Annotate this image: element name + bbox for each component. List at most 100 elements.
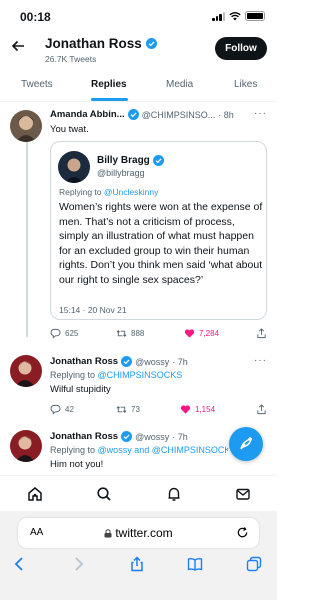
status-bar: 00:18 bbox=[0, 0, 277, 30]
bottom-navigation bbox=[0, 475, 277, 511]
tab-tweets[interactable]: Tweets bbox=[21, 79, 53, 90]
url-display[interactable]: twitter.com bbox=[18, 526, 259, 540]
battery-icon bbox=[245, 11, 265, 21]
reply-button[interactable]: 42 bbox=[50, 404, 74, 415]
reply-count: 42 bbox=[65, 405, 74, 414]
retweet-icon bbox=[116, 330, 127, 337]
address-bar[interactable]: AA twitter.com bbox=[18, 518, 259, 548]
more-options-icon[interactable]: ··· bbox=[254, 355, 267, 366]
notifications-bell-icon[interactable] bbox=[166, 486, 182, 502]
quoted-author-handle: @billybragg bbox=[97, 168, 145, 178]
active-tab-indicator bbox=[91, 98, 128, 101]
compose-feather-icon bbox=[240, 437, 252, 450]
author-name[interactable]: Amanda Abbin... bbox=[50, 109, 125, 120]
author-handle[interactable]: @wossy bbox=[135, 432, 169, 442]
verified-badge-icon bbox=[121, 356, 133, 367]
tweet-header: Jonathan Ross @wossy · 7h bbox=[50, 356, 262, 367]
retweet-count: 888 bbox=[131, 329, 145, 338]
home-icon[interactable] bbox=[27, 486, 43, 502]
quoted-replying-to: Replying to @Uncleskinny bbox=[59, 187, 158, 197]
retweet-icon bbox=[116, 406, 127, 413]
tab-likes[interactable]: Likes bbox=[234, 79, 257, 90]
back-icon[interactable] bbox=[12, 556, 28, 572]
follow-button[interactable]: Follow bbox=[215, 37, 267, 60]
tweet-text: Him not you! bbox=[50, 459, 104, 470]
author-handle[interactable]: @CHIMPSINSO... bbox=[142, 110, 216, 120]
share-icon[interactable] bbox=[129, 556, 145, 572]
like-count: 1,154 bbox=[195, 405, 216, 414]
more-options-icon[interactable]: ··· bbox=[254, 108, 267, 119]
reply-icon bbox=[50, 404, 61, 415]
quoted-avatar bbox=[58, 151, 90, 183]
reply-button[interactable]: 625 bbox=[50, 328, 78, 339]
verified-badge-icon bbox=[121, 431, 133, 442]
lock-icon bbox=[104, 528, 112, 537]
like-button[interactable]: 7,284 bbox=[184, 328, 219, 339]
tweet-count: 26.7K Tweets bbox=[45, 54, 97, 64]
forward-icon[interactable] bbox=[70, 556, 86, 572]
profile-name-text: Jonathan Ross bbox=[45, 36, 142, 51]
share-icon bbox=[257, 328, 266, 339]
tweet-header: Amanda Abbin... @CHIMPSINSO... · 8h bbox=[50, 109, 250, 120]
reply-mention-link[interactable]: @Uncleskinny bbox=[104, 187, 158, 197]
profile-name: Jonathan Ross bbox=[45, 36, 157, 51]
quoted-tweet-text: Women’s rights were won at the expense o… bbox=[59, 201, 263, 286]
url-text: twitter.com bbox=[115, 526, 173, 540]
tweet-time: · 7h bbox=[172, 431, 188, 442]
tweet-text: Wilful stupidity bbox=[50, 384, 111, 395]
share-icon bbox=[257, 404, 266, 415]
profile-tabs: Tweets Replies Media Likes bbox=[0, 70, 277, 102]
avatar[interactable] bbox=[10, 430, 42, 462]
tweet-text: You twat. bbox=[50, 124, 89, 135]
tweet-header: Jonathan Ross @wossy · 7h bbox=[50, 431, 228, 442]
tab-replies[interactable]: Replies bbox=[91, 79, 127, 90]
like-button[interactable]: 1,154 bbox=[180, 404, 215, 415]
tweet-time: · 8h bbox=[218, 109, 234, 120]
quoted-author-name: Billy Bragg bbox=[97, 155, 150, 166]
messages-envelope-icon[interactable] bbox=[235, 486, 251, 502]
quoted-author: Billy Bragg bbox=[97, 155, 164, 166]
retweet-count: 73 bbox=[131, 405, 140, 414]
verified-badge-icon bbox=[127, 109, 139, 120]
verified-badge-icon bbox=[152, 155, 164, 166]
replying-to: Replying to @wossy and @CHIMPSINSOCKS bbox=[50, 445, 228, 455]
compose-tweet-button[interactable] bbox=[229, 427, 263, 461]
reply-icon bbox=[50, 328, 61, 339]
browser-toolbar: AA twitter.com bbox=[0, 511, 277, 600]
reply-mention-link[interactable]: @wossy and @CHIMPSINSOCKS bbox=[98, 445, 228, 455]
reload-icon[interactable] bbox=[236, 526, 249, 539]
tweet-actions: 42 73 1,154 bbox=[50, 404, 268, 418]
retweet-button[interactable]: 888 bbox=[116, 328, 144, 339]
share-button[interactable] bbox=[256, 404, 267, 415]
heart-filled-icon bbox=[184, 329, 195, 338]
avatar[interactable] bbox=[10, 355, 42, 387]
author-name[interactable]: Jonathan Ross bbox=[50, 356, 118, 367]
back-arrow-icon[interactable] bbox=[10, 38, 26, 54]
tabs-icon[interactable] bbox=[246, 556, 262, 572]
bookmarks-icon[interactable] bbox=[187, 556, 203, 572]
author-name[interactable]: Jonathan Ross bbox=[50, 431, 118, 442]
status-icons bbox=[212, 11, 265, 21]
reply-mention-link[interactable]: @CHIMPSINSOCKS bbox=[98, 370, 183, 380]
status-time: 00:18 bbox=[20, 10, 51, 24]
tweet-time: · 7h bbox=[172, 356, 188, 367]
replying-to-label: Replying to bbox=[59, 187, 102, 197]
thread-connector-line bbox=[26, 142, 28, 337]
replying-to-label: Replying to bbox=[50, 445, 96, 455]
replying-to-label: Replying to bbox=[50, 370, 96, 380]
quoted-timestamp: 15:14 · 20 Nov 21 bbox=[59, 305, 127, 315]
retweet-button[interactable]: 73 bbox=[116, 404, 140, 415]
reply-count: 625 bbox=[65, 329, 79, 338]
tweet-actions: 625 888 7,284 bbox=[50, 328, 268, 342]
tab-media[interactable]: Media bbox=[166, 79, 193, 90]
like-count: 7,284 bbox=[199, 329, 220, 338]
heart-filled-icon bbox=[180, 405, 191, 414]
share-button[interactable] bbox=[256, 328, 267, 339]
author-handle[interactable]: @wossy bbox=[135, 357, 169, 367]
replying-to: Replying to @CHIMPSINSOCKS bbox=[50, 370, 182, 380]
verified-badge-icon bbox=[145, 38, 157, 49]
search-icon[interactable] bbox=[96, 486, 112, 502]
quoted-tweet[interactable]: Billy Bragg @billybragg Replying to @Unc… bbox=[50, 141, 267, 320]
cellular-signal-icon bbox=[212, 11, 225, 21]
avatar[interactable] bbox=[10, 110, 42, 142]
